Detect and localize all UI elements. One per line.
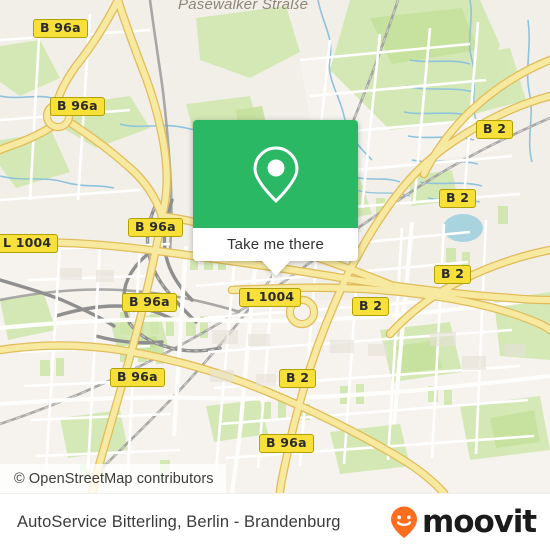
moovit-map-page: Pasewalker Straße B 96a B 96a B 96a B 96… (0, 0, 550, 550)
moovit-wordmark: moovit (422, 503, 537, 540)
page-footer: AutoService Bitterling, Berlin - Branden… (0, 493, 550, 550)
moovit-smiley-pin-icon (391, 506, 418, 538)
moovit-logo[interactable]: moovit (387, 503, 537, 540)
road-shield-l1004-2: L 1004 (239, 288, 302, 308)
road-shield-b2-4: B 2 (352, 297, 390, 317)
road-shield-b96a-5: B 96a (110, 368, 165, 388)
road-shield-b96a-4: B 96a (122, 293, 177, 313)
road-shield-b96a-3: B 96a (128, 218, 183, 238)
road-shield-b2-1: B 2 (476, 120, 514, 140)
map-pin-icon (252, 146, 299, 203)
take-me-there-label: Take me there (227, 236, 324, 253)
road-shield-b96a-6: B 96a (259, 434, 314, 454)
street-label-pasewalker: Pasewalker Straße (178, 0, 309, 13)
popup-action-bar[interactable]: Take me there (193, 228, 358, 261)
road-shield-b96a-1: B 96a (33, 19, 88, 39)
road-shield-b2-3: B 2 (434, 265, 472, 285)
road-shield-b96a-2: B 96a (50, 97, 105, 117)
popup-icon-area (193, 120, 358, 228)
road-shield-b2-2: B 2 (439, 189, 477, 209)
map-attribution[interactable]: © OpenStreetMap contributors (0, 464, 226, 493)
popup-pointer-tail (260, 260, 291, 276)
road-shield-b2-5: B 2 (279, 369, 317, 389)
map-attribution-text: © OpenStreetMap contributors (14, 470, 214, 487)
place-title: AutoService Bitterling, Berlin - Branden… (17, 512, 341, 531)
map-marker-popup[interactable]: Take me there (193, 120, 358, 276)
road-shield-l1004-1: L 1004 (0, 234, 59, 254)
